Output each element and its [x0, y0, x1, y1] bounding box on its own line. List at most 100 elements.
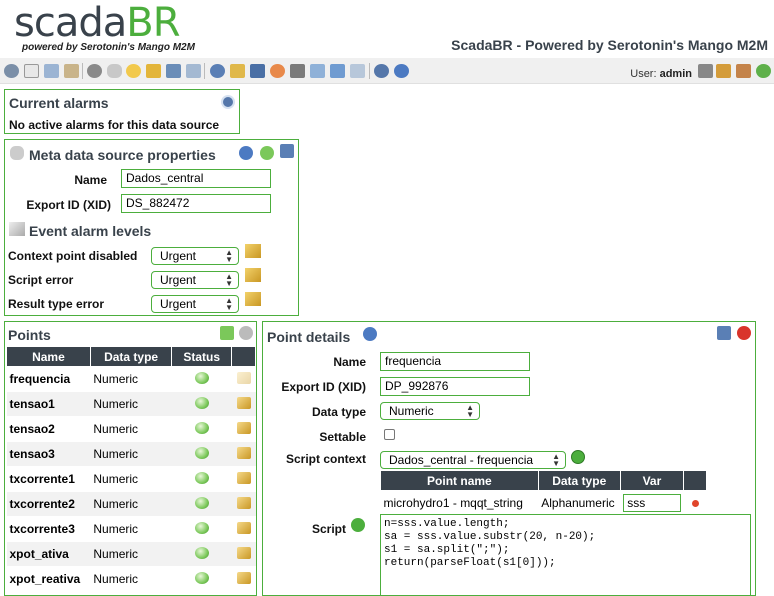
edit-point-icon[interactable] — [236, 571, 251, 584]
edit-point-icon[interactable] — [236, 371, 251, 384]
point-xid-label: Export ID (XID) — [281, 380, 366, 394]
status-enabled-icon[interactable] — [194, 546, 209, 559]
script-context-label: Script context — [285, 452, 366, 466]
point-name-input[interactable]: frequencia — [380, 352, 530, 371]
compound-events-icon[interactable] — [146, 64, 161, 78]
alarm-level-select-script-error[interactable]: Urgent ▲ ▼ — [151, 271, 239, 289]
point-name[interactable]: txcorrente2 — [6, 491, 91, 517]
mailing-lists-icon[interactable] — [250, 64, 265, 78]
settable-checkbox[interactable] — [384, 429, 395, 440]
help-icon[interactable] — [363, 327, 377, 341]
save-point-icon[interactable] — [717, 326, 731, 340]
alarm-flag-icon[interactable] — [245, 292, 261, 306]
alarm-flag-icon[interactable] — [245, 244, 261, 258]
edit-point-icon[interactable] — [236, 446, 251, 459]
table-row[interactable]: txcorrente1 Numeric — [6, 466, 256, 492]
point-name[interactable]: xpot_reativa — [6, 566, 91, 592]
point-name[interactable]: tensao3 — [6, 441, 91, 467]
alarm-level-value: Urgent — [160, 297, 197, 311]
status-enabled-icon[interactable] — [194, 521, 209, 534]
alarm-level-select-context-disabled[interactable]: Urgent ▲ ▼ — [151, 247, 239, 265]
add-context-point-icon[interactable] — [571, 450, 585, 464]
point-name[interactable]: txcorrente3 — [6, 516, 91, 542]
alarm-flag-icon[interactable] — [245, 268, 261, 282]
ds-xid-label: Export ID (XID) — [26, 198, 111, 212]
point-type: Numeric — [90, 491, 172, 517]
point-name[interactable]: xpot_ativa — [6, 541, 91, 567]
script-context-select[interactable]: Dados_central - frequencia ▲ ▼ — [380, 451, 566, 469]
home-icon[interactable] — [716, 64, 731, 78]
watch-list-icon[interactable] — [4, 64, 19, 78]
maintenance-icon[interactable] — [290, 64, 305, 78]
table-row[interactable]: xpot_reativa Numeric — [6, 566, 256, 592]
system-settings-icon[interactable] — [310, 64, 325, 78]
point-details-title: Point details — [267, 329, 351, 345]
edit-point-icon[interactable] — [236, 421, 251, 434]
add-point-icon[interactable] — [239, 326, 253, 340]
edit-point-icon[interactable] — [236, 396, 251, 409]
publishers-icon[interactable] — [270, 64, 285, 78]
alarms-toggle-icon[interactable] — [221, 95, 235, 109]
export-points-icon[interactable] — [220, 326, 234, 340]
point-type: Numeric — [90, 566, 172, 592]
table-row[interactable]: txcorrente3 Numeric — [6, 516, 256, 542]
edit-point-icon[interactable] — [236, 521, 251, 534]
var-name-input[interactable]: sss — [623, 494, 681, 512]
alarm-level-value: Urgent — [160, 273, 197, 287]
users-icon[interactable] — [210, 64, 225, 78]
page-title: ScadaBR - Powered by Serotonin's Mango M… — [451, 37, 768, 53]
scheduled-events-icon[interactable] — [126, 64, 141, 78]
reports-icon[interactable] — [64, 64, 79, 78]
main-toolbar: User: admin — [0, 58, 774, 84]
sql-icon[interactable] — [350, 64, 365, 78]
help-icon[interactable] — [239, 146, 253, 160]
point-links-icon[interactable] — [166, 64, 181, 78]
edit-point-icon[interactable] — [236, 546, 251, 559]
emport-icon[interactable] — [330, 64, 345, 78]
ds-name-input[interactable]: Dados_central — [121, 169, 271, 188]
sound-icon[interactable] — [698, 64, 713, 78]
enable-datasource-icon[interactable] — [260, 146, 274, 160]
script-context-table: Point name Data type Var microhydro1 - m… — [380, 470, 707, 516]
settings-gear-icon[interactable] — [87, 64, 102, 78]
table-row[interactable]: tensao1 Numeric — [6, 391, 256, 417]
table-row[interactable]: txcorrente2 Numeric — [6, 491, 256, 517]
col-header-datatype: Data type — [89, 346, 173, 367]
save-icon[interactable] — [280, 144, 294, 158]
status-enabled-icon[interactable] — [194, 421, 209, 434]
event-detectors-icon[interactable] — [44, 64, 59, 78]
status-enabled-icon[interactable] — [194, 496, 209, 509]
table-row[interactable]: xpot_ativa Numeric — [6, 541, 256, 567]
help-icon[interactable] — [394, 64, 409, 78]
script-editor[interactable]: n=sss.value.length; sa = sss.value.subst… — [380, 514, 751, 596]
status-enabled-icon[interactable] — [194, 371, 209, 384]
point-name[interactable]: tensao2 — [6, 416, 91, 442]
status-enabled-icon[interactable] — [194, 396, 209, 409]
table-row[interactable]: frequencia Numeric — [6, 366, 256, 392]
remove-context-point-icon[interactable] — [691, 500, 699, 507]
logout-icon[interactable] — [374, 64, 389, 78]
table-row[interactable]: tensao2 Numeric — [6, 416, 256, 442]
no-alarms-message: No active alarms for this data source — [9, 118, 220, 132]
table-row[interactable]: tensao3 Numeric — [6, 441, 256, 467]
status-enabled-icon[interactable] — [194, 446, 209, 459]
point-xid-input[interactable]: DP_992876 — [380, 377, 530, 396]
datatype-select[interactable]: Numeric ▲ ▼ — [380, 402, 480, 420]
user-profiles-icon[interactable] — [230, 64, 245, 78]
point-name[interactable]: frequencia — [6, 366, 91, 392]
data-sources-icon[interactable] — [107, 64, 122, 78]
edit-point-icon[interactable] — [236, 496, 251, 509]
point-name[interactable]: tensao1 — [6, 391, 91, 417]
alarm-level-select-result-type-error[interactable]: Urgent ▲ ▼ — [151, 295, 239, 313]
status-enabled-icon[interactable] — [194, 571, 209, 584]
set-home-icon[interactable] — [736, 64, 751, 78]
status-enabled-icon[interactable] — [194, 471, 209, 484]
delete-point-icon[interactable] — [737, 326, 751, 340]
scripts-icon[interactable] — [186, 64, 201, 78]
point-name[interactable]: txcorrente1 — [6, 466, 91, 492]
ds-xid-input[interactable]: DS_882472 — [121, 194, 271, 213]
edit-point-icon[interactable] — [236, 471, 251, 484]
language-globe-icon[interactable] — [756, 64, 771, 78]
graphical-views-icon[interactable] — [24, 64, 39, 78]
validate-script-icon[interactable] — [351, 518, 365, 532]
